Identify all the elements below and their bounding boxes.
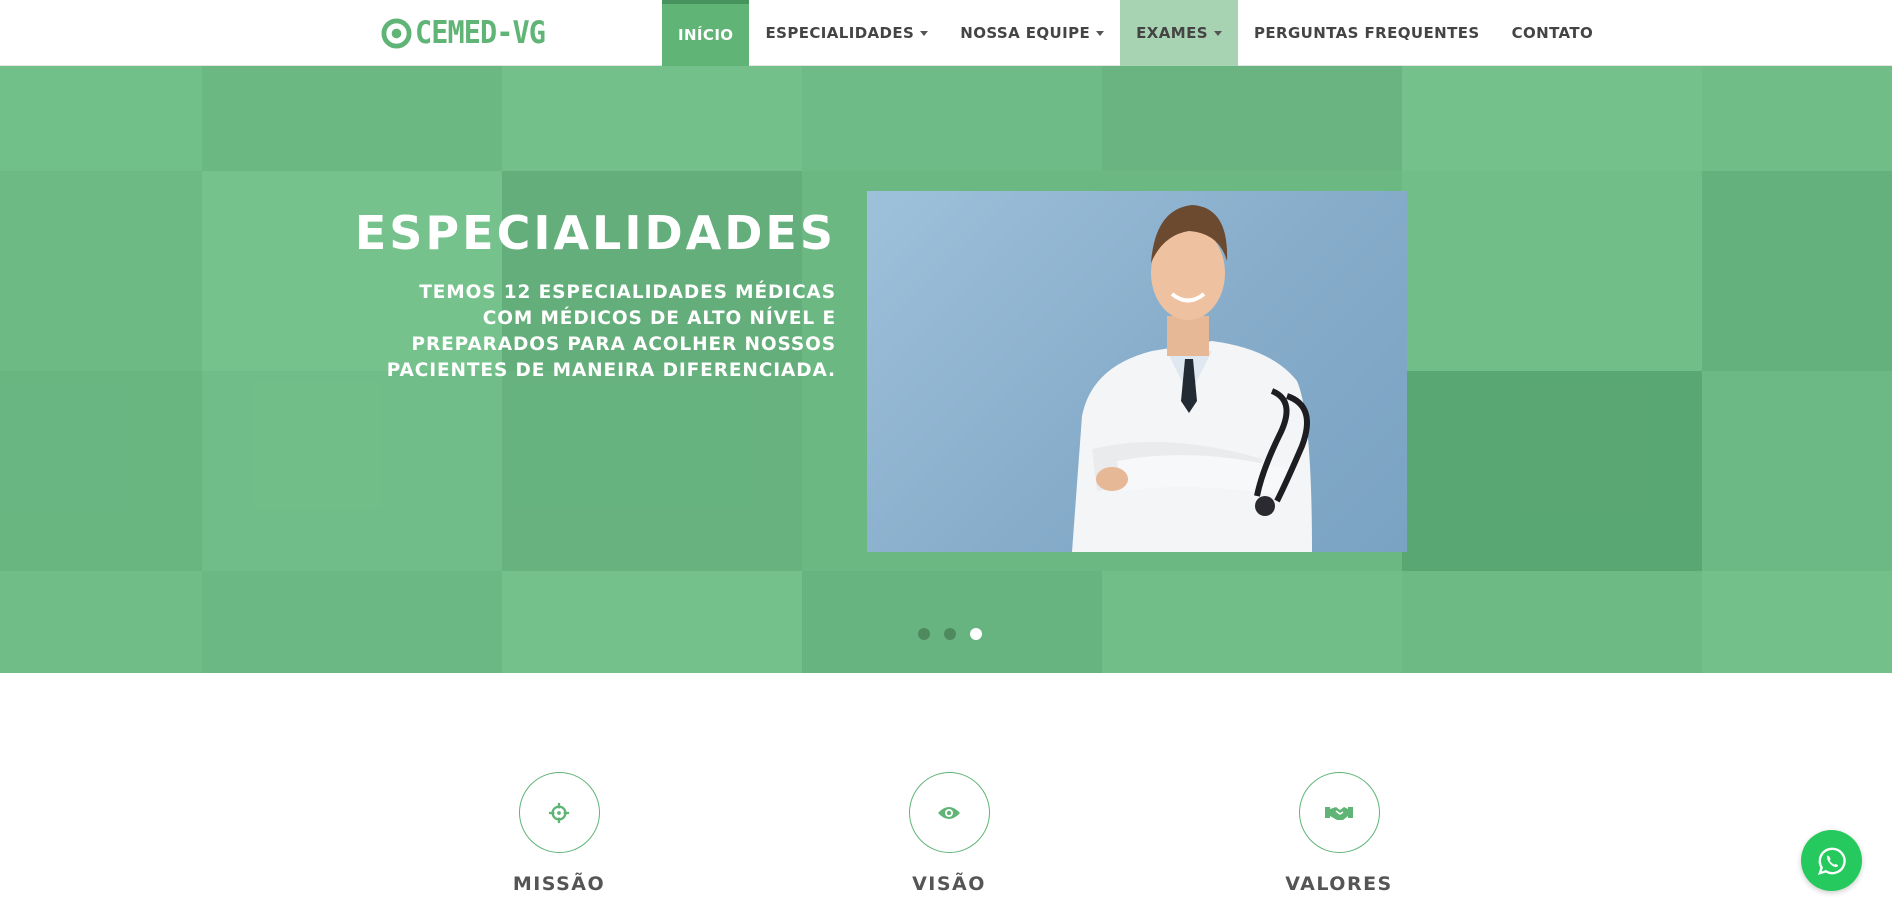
hero-description: TEMOS 12 ESPECIALIDADES MÉDICAS COM MÉDI… — [386, 282, 836, 381]
feature-visao: VISÃO — [819, 772, 1079, 895]
nav-item-exames[interactable]: EXAMES — [1120, 0, 1238, 66]
carousel-dot-1[interactable] — [918, 628, 930, 640]
hero-carousel: ESPECIALIDADES TEMOS 12 ESPECIALIDADES M… — [0, 66, 1892, 673]
feature-title: VALORES — [1285, 873, 1393, 895]
doctor-photo — [867, 191, 1407, 552]
nav-item-label: CONTATO — [1511, 24, 1594, 42]
nav-item-especialidades[interactable]: ESPECIALIDADES — [749, 0, 944, 66]
feature-icon-circle — [908, 772, 990, 853]
nav-item-contato[interactable]: CONTATO — [1496, 0, 1610, 66]
hero-title: ESPECIALIDADES — [354, 206, 836, 260]
eye-icon — [938, 806, 960, 819]
nav-item-label: PERGUNTAS FREQUENTES — [1253, 24, 1480, 42]
nav-item-label: EXAMES — [1136, 24, 1208, 42]
carousel-dot-3[interactable] — [970, 628, 982, 640]
carousel-dot-2[interactable] — [944, 628, 956, 640]
feature-icon-circle — [1298, 772, 1380, 853]
nav-item-label: ESPECIALIDADES — [765, 24, 915, 42]
brand-name: CEMED-VG — [415, 15, 546, 51]
feature-title: VISÃO — [912, 873, 986, 895]
caret-down-icon — [920, 30, 929, 36]
nav-item-inicio[interactable]: INÍCIO — [662, 0, 750, 66]
caret-down-icon — [1213, 30, 1222, 36]
caret-down-icon — [1096, 30, 1105, 36]
crosshair-icon — [548, 802, 570, 823]
main-nav: INÍCIO ESPECIALIDADES NOSSA EQUIPE EXAME… — [662, 0, 1609, 66]
carousel-indicators — [918, 628, 982, 640]
whatsapp-icon — [1817, 847, 1846, 875]
nav-item-label: NOSSA EQUIPE — [960, 24, 1091, 42]
nav-item-perguntas-frequentes[interactable]: PERGUNTAS FREQUENTES — [1238, 0, 1496, 66]
target-circle-icon — [381, 17, 412, 49]
nav-item-label: INÍCIO — [678, 26, 734, 44]
nav-item-nossa-equipe[interactable]: NOSSA EQUIPE — [944, 0, 1120, 66]
feature-title: MISSÃO — [512, 873, 606, 895]
feature-valores: VALORES — [1209, 772, 1469, 895]
navbar: CEMED-VG INÍCIO ESPECIALIDADES NOSSA EQU… — [0, 0, 1892, 66]
brand-logo[interactable]: CEMED-VG — [381, 14, 556, 52]
whatsapp-button[interactable] — [1801, 830, 1862, 891]
feature-missao: MISSÃO — [429, 772, 689, 895]
doctor-illustration — [1072, 205, 1312, 552]
feature-icon-circle — [518, 772, 600, 853]
handshake-icon — [1325, 806, 1353, 820]
